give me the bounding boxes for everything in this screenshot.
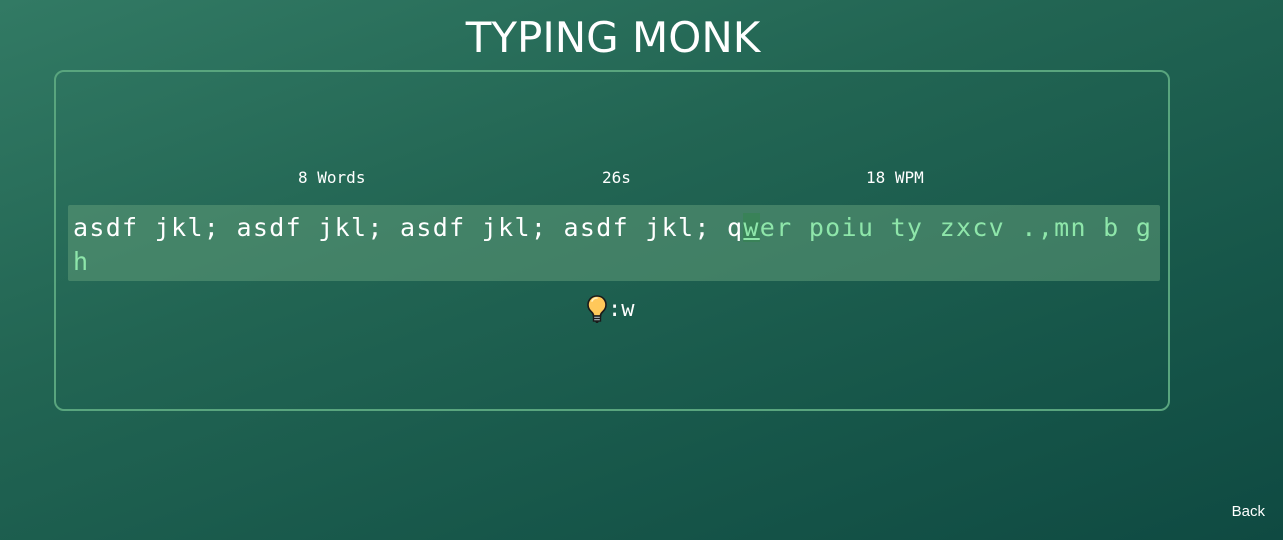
word-count-unit: Words bbox=[317, 168, 366, 187]
key-hint: :w bbox=[586, 294, 635, 324]
wpm-unit: WPM bbox=[894, 168, 924, 187]
word-count-value: 8 bbox=[298, 168, 308, 187]
timer-stat: 26s bbox=[602, 168, 631, 188]
timer-value: 26s bbox=[602, 168, 631, 187]
typing-text-area[interactable]: asdf jkl; asdf jkl; asdf jkl; asdf jkl; … bbox=[68, 205, 1160, 281]
wpm-stat: 18 WPM bbox=[866, 168, 924, 188]
typing-panel: 8 Words 26s 18 WPM asdf jkl; asdf jkl; a… bbox=[54, 70, 1170, 411]
wpm-value: 18 bbox=[866, 168, 886, 187]
back-button[interactable]: Back bbox=[1232, 503, 1265, 520]
current-character: w bbox=[743, 213, 760, 242]
typed-text: asdf jkl; asdf jkl; asdf jkl; asdf jkl; … bbox=[73, 213, 744, 242]
app-title: TYPING MONK bbox=[465, 13, 761, 62]
lightbulb-icon bbox=[586, 294, 608, 324]
word-count-stat: 8 Words bbox=[298, 168, 365, 188]
hint-label: :w bbox=[608, 296, 635, 322]
